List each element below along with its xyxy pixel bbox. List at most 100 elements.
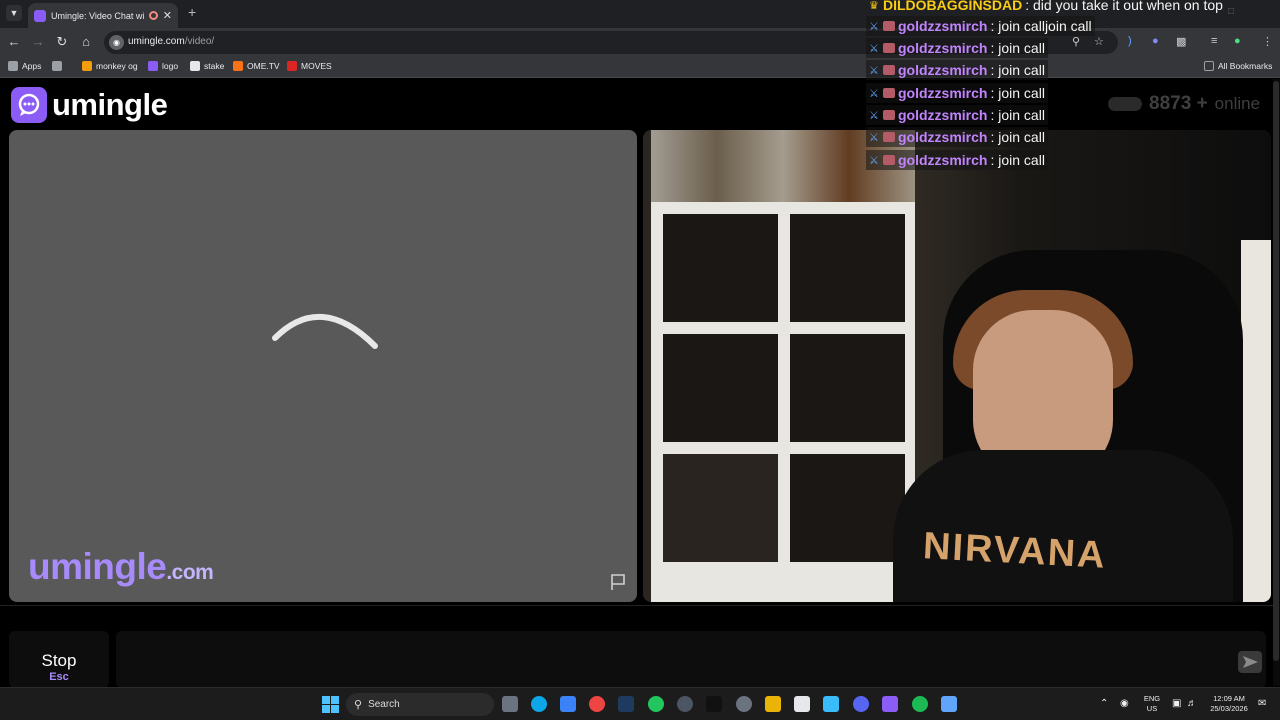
xbox-icon[interactable]: [648, 696, 664, 712]
chat-badge-icon: ♛: [869, 0, 879, 12]
bookmark-moves[interactable]: MOVES: [287, 61, 332, 71]
chat-text: : did you take it out when on top: [1025, 0, 1223, 13]
chat-message: ⚔ goldzzsmirch: join calljoin call: [866, 16, 1095, 36]
online-count: 8873 +: [1149, 93, 1208, 114]
self-camera-video: NIRVANA: [643, 130, 1271, 602]
new-tab-button[interactable]: +: [188, 4, 196, 20]
chat-text: : join calljoin call: [990, 18, 1092, 34]
store-icon[interactable]: [794, 696, 810, 712]
chat-username: goldzzsmirch: [898, 129, 988, 145]
app-icon[interactable]: [677, 696, 693, 712]
chat-text: : join call: [990, 107, 1045, 123]
tab-search-button[interactable]: ▼: [6, 5, 22, 21]
sub-badge-icon: [883, 65, 895, 75]
scrollbar-thumb[interactable]: [1273, 81, 1279, 661]
extension-audio-icon[interactable]: ): [1128, 35, 1132, 47]
language-indicator[interactable]: ENG US: [1140, 694, 1164, 714]
extensions-puzzle-icon[interactable]: ▩: [1176, 35, 1186, 48]
umingle-favicon-icon: [34, 9, 46, 22]
windows-start-icon[interactable]: [322, 696, 339, 713]
send-icon[interactable]: [1238, 651, 1262, 673]
folder-icon: [1204, 61, 1214, 71]
bookmarks-bar: Apps monkey og logo stake OME.TV MOVES A…: [0, 56, 1280, 78]
stop-button[interactable]: Stop Esc: [9, 631, 109, 688]
edge-icon[interactable]: [531, 696, 547, 712]
loading-spinner-icon: [272, 314, 378, 349]
message-input[interactable]: [116, 631, 1266, 688]
home-icon[interactable]: ⌂: [78, 34, 94, 49]
moves-icon: [287, 61, 297, 71]
chat-text: : join call: [990, 129, 1045, 145]
chat-message: ⚔ goldzzsmirch: join call: [866, 105, 1048, 125]
back-arrow-icon[interactable]: ←: [6, 34, 22, 49]
profile-avatar-icon[interactable]: ●: [1234, 35, 1241, 47]
volume-icon[interactable]: ♬: [1187, 699, 1197, 709]
zoom-icon[interactable]: ⚲: [1072, 35, 1080, 48]
clock[interactable]: 12:09 AM 25/03/2026: [1206, 694, 1252, 714]
task-view-icon[interactable]: [502, 696, 518, 712]
spotify-icon[interactable]: [912, 696, 928, 712]
monkey-icon: [82, 61, 92, 71]
chat-bubble-icon: [11, 87, 47, 123]
tab-close-icon[interactable]: ✕: [163, 9, 172, 22]
chat-username: goldzzsmirch: [898, 107, 988, 123]
windows-taskbar: ⚲ Search ⌃ ◉ ENG US ▣ ♬ 12:09 AM 25/03/2…: [0, 687, 1280, 720]
file-explorer-icon[interactable]: [765, 696, 781, 712]
stop-shortcut: Esc: [49, 671, 69, 683]
tray-chevron-icon[interactable]: ⌃: [1100, 699, 1108, 709]
bookmark-monkey-og[interactable]: monkey og: [82, 61, 138, 71]
app-icon[interactable]: [823, 696, 839, 712]
sub-badge-icon: [883, 88, 895, 98]
sub-badge-icon: [883, 21, 895, 31]
bookmark-apps[interactable]: Apps: [8, 61, 41, 71]
report-flag-icon[interactable]: [609, 573, 627, 591]
chat-message: ⚔ goldzzsmirch: join call: [866, 127, 1048, 147]
sword-badge-icon: ⚔: [869, 131, 879, 144]
obs-icon[interactable]: [941, 696, 957, 712]
chat-message: ⚔ goldzzsmirch: join call: [866, 38, 1048, 58]
browser-menu-icon[interactable]: ⋮: [1262, 35, 1273, 48]
chat-text: : join call: [990, 40, 1045, 56]
bookmark-grid[interactable]: [52, 61, 62, 71]
discord-icon[interactable]: [853, 696, 869, 712]
all-bookmarks[interactable]: All Bookmarks: [1204, 61, 1272, 71]
bookmark-logo[interactable]: logo: [148, 61, 178, 71]
media-queue-icon[interactable]: ≡: [1211, 35, 1217, 47]
site-logo[interactable]: umingle: [11, 87, 168, 123]
sub-badge-icon: [883, 110, 895, 120]
notification-bell-icon[interactable]: ✉: [1258, 699, 1266, 709]
microphone-icon[interactable]: ◉: [1120, 699, 1129, 709]
online-label: online: [1214, 94, 1261, 113]
search-icon: ⚲: [354, 699, 363, 711]
online-counter: 8873 + online: [1108, 93, 1260, 115]
steam-icon[interactable]: [618, 696, 634, 712]
epic-games-icon[interactable]: [706, 696, 722, 712]
logo-icon: [148, 61, 158, 71]
bookmark-star-icon[interactable]: ☆: [1094, 35, 1104, 48]
chrome-icon[interactable]: [589, 696, 605, 712]
settings-icon[interactable]: [736, 696, 752, 712]
ometv-icon: [233, 61, 243, 71]
sword-badge-icon: ⚔: [869, 154, 879, 167]
site-info-icon[interactable]: ◉: [109, 35, 124, 50]
browser-tab-active[interactable]: Umingle: Video Chat with S ✕: [28, 3, 178, 28]
app-icon[interactable]: [560, 696, 576, 712]
chat-message: ⚔ goldzzsmirch: join call: [866, 60, 1048, 80]
bookmark-stake[interactable]: stake: [190, 61, 224, 71]
grid-icon: [52, 61, 62, 71]
extension-shield-icon[interactable]: ●: [1152, 35, 1159, 47]
chat-message: ⚔ goldzzsmirch: join call: [866, 83, 1048, 103]
chat-username: goldzzsmirch: [898, 40, 988, 56]
sword-badge-icon: ⚔: [869, 42, 879, 55]
window-restore-icon[interactable]: □: [1228, 6, 1234, 17]
app-icon[interactable]: [882, 696, 898, 712]
chat-username: DILDOBAGGINSDAD: [883, 0, 1023, 13]
chat-username: goldzzsmirch: [898, 85, 988, 101]
region-code: US: [1146, 704, 1158, 713]
sub-badge-icon: [883, 132, 895, 142]
bookmark-ometv[interactable]: OME.TV: [233, 61, 280, 71]
network-icon[interactable]: ▣: [1172, 699, 1181, 709]
forward-arrow-icon[interactable]: →: [30, 34, 46, 49]
reload-icon[interactable]: ↻: [54, 34, 70, 50]
taskbar-search[interactable]: ⚲ Search: [346, 693, 494, 716]
